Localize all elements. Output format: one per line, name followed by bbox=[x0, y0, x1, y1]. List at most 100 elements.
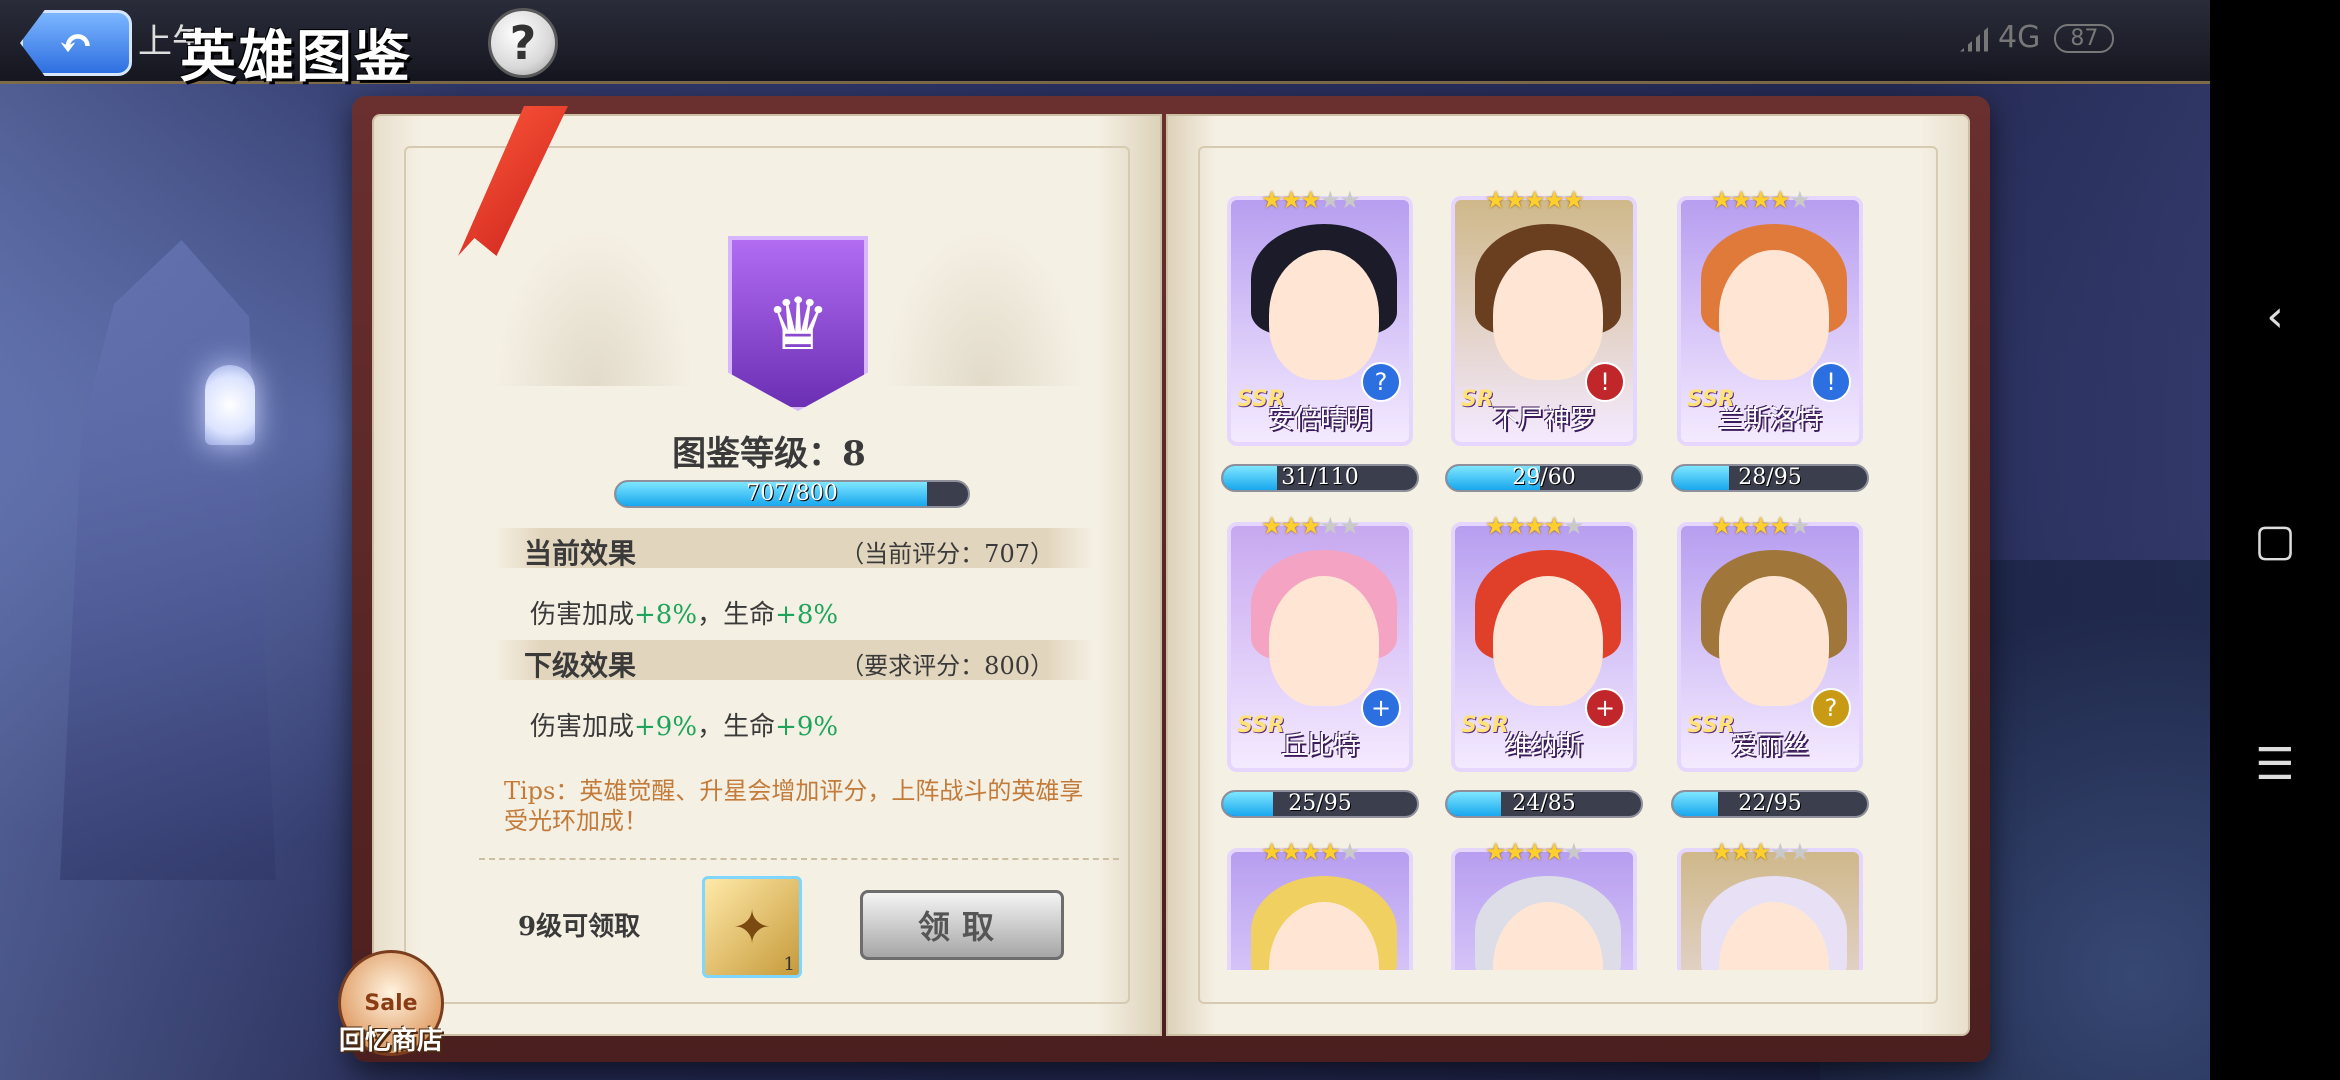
reward-item[interactable]: ✦ 1 bbox=[702, 876, 802, 978]
hero-shard-progress: 24/85 bbox=[1445, 790, 1643, 818]
star-icon: ★ bbox=[1300, 512, 1321, 540]
star-icon: ★ bbox=[1339, 512, 1360, 540]
star-icon: ★ bbox=[1339, 186, 1360, 214]
hero-portrait bbox=[1227, 848, 1413, 970]
hero-card[interactable]: ★★★★★ SSR! 兰斯洛特 bbox=[1677, 186, 1863, 446]
signal-icon bbox=[1960, 25, 1990, 52]
hero-face bbox=[1269, 250, 1379, 380]
hero-stars: ★★★★★ bbox=[1485, 186, 1585, 214]
current-effect-hp-label: ，生命 bbox=[697, 600, 776, 630]
star-icon: ★ bbox=[1563, 838, 1584, 866]
hero-portrait: SSR? 爱丽丝 bbox=[1677, 522, 1863, 772]
star-icon: ★ bbox=[1543, 186, 1565, 214]
hero-portrait: SSR? 安倍晴明 bbox=[1227, 196, 1413, 446]
hero-shard-progress: 31/110 bbox=[1221, 464, 1419, 492]
hero-card[interactable]: ★★★★★ bbox=[1227, 838, 1413, 970]
codex-progress-bar: 707/800 bbox=[614, 480, 970, 508]
hero-name: 不尸神罗 bbox=[1491, 405, 1596, 435]
star-icon: ★ bbox=[1261, 512, 1282, 540]
star-icon: ★ bbox=[1563, 512, 1584, 540]
nav-back-icon[interactable]: ‹ bbox=[2210, 266, 2340, 366]
hero-class-icon: ? bbox=[1361, 362, 1401, 402]
hero-shard-progress: 29/60 bbox=[1445, 464, 1643, 492]
star-icon: ★ bbox=[1261, 186, 1282, 214]
hero-stars: ★★★★★ bbox=[1485, 838, 1585, 866]
star-icon: ★ bbox=[1730, 838, 1752, 866]
hero-shard-text: 22/95 bbox=[1738, 791, 1802, 816]
star-icon: ★ bbox=[1280, 512, 1302, 540]
hero-shard-text: 25/95 bbox=[1288, 791, 1352, 816]
codex-level: 图鉴等级：8 bbox=[672, 434, 866, 474]
current-effect-header: 当前效果 （当前评分：707） bbox=[494, 528, 1094, 570]
hero-portrait: SSR + 丘比特 bbox=[1227, 522, 1413, 772]
battery-indicator: 87 bbox=[2054, 24, 2115, 53]
current-effect-damage-value: +8% bbox=[634, 600, 698, 630]
codex-progress-text: 707/800 bbox=[746, 481, 838, 506]
hero-stars: ★★★★★ bbox=[1711, 512, 1811, 540]
claim-button[interactable]: 领取 bbox=[860, 890, 1064, 960]
hero-card[interactable]: ★★★★★ bbox=[1677, 838, 1863, 970]
hero-name: 安倍晴明 bbox=[1267, 405, 1372, 435]
hero-shard-text: 24/85 bbox=[1512, 791, 1576, 816]
tips-text: Tips：英雄觉醒、升星会增加评分，上阵战斗的英雄享受光环加成！ bbox=[504, 777, 1084, 835]
hero-portrait: SSR + 维纳斯 bbox=[1451, 522, 1637, 772]
star-icon: ★ bbox=[1711, 512, 1732, 540]
hero-card[interactable]: ★★★★★ SSR? 安倍晴明 bbox=[1227, 186, 1413, 446]
system-nav-bar: ‹ ▢ ☰ bbox=[2210, 0, 2340, 1080]
hero-portrait: SSR! 兰斯洛特 bbox=[1677, 196, 1863, 446]
star-icon: ★ bbox=[1524, 186, 1545, 214]
star-icon: ★ bbox=[1543, 838, 1565, 866]
hero-card[interactable]: ★★★★★ SSR? 爱丽丝 bbox=[1677, 512, 1863, 772]
star-icon: ★ bbox=[1789, 186, 1810, 214]
hero-face bbox=[1719, 250, 1829, 380]
star-icon: ★ bbox=[1769, 838, 1791, 866]
star-icon: ★ bbox=[1300, 838, 1321, 866]
hero-grid: ★★★★★ SSR? 安倍晴明 31/110 ★★★★★ SR! 不尸神罗 29/60 ★★★★… bbox=[1210, 186, 1890, 970]
star-icon: ★ bbox=[1750, 186, 1771, 214]
next-effect-text: 伤害加成+9%，生命+9% bbox=[530, 706, 838, 743]
hero-name: 兰斯洛特 bbox=[1717, 405, 1822, 435]
star-icon: ★ bbox=[1730, 512, 1752, 540]
hero-class-icon: ? bbox=[1811, 688, 1851, 728]
hero-class-icon: ! bbox=[1811, 362, 1851, 402]
star-icon: ★ bbox=[1524, 838, 1545, 866]
status-indicators: 4G 87 bbox=[1960, 20, 2115, 55]
hero-stars: ★★★★★ bbox=[1261, 838, 1361, 866]
star-icon: ★ bbox=[1504, 186, 1526, 214]
next-effect-damage-value: +9% bbox=[634, 712, 698, 742]
star-icon: ★ bbox=[1319, 186, 1341, 214]
reward-label: 9级可领取 bbox=[518, 912, 641, 942]
hero-card[interactable]: ★★★★★ bbox=[1451, 838, 1637, 970]
nav-home-icon[interactable]: ▢ bbox=[2210, 490, 2340, 590]
page-title: 英雄图鉴 bbox=[180, 24, 412, 90]
help-button[interactable]: ? bbox=[488, 8, 558, 78]
nav-menu-icon[interactable]: ☰ bbox=[2210, 714, 2340, 814]
star-icon: ★ bbox=[1789, 838, 1810, 866]
star-icon: ★ bbox=[1319, 838, 1341, 866]
back-button[interactable]: ↶ bbox=[20, 10, 132, 76]
hero-card[interactable]: ★★★★★ SR! 不尸神罗 bbox=[1451, 186, 1637, 446]
background-window bbox=[205, 365, 255, 445]
star-icon: ★ bbox=[1485, 186, 1506, 214]
hero-name: 爱丽丝 bbox=[1730, 731, 1809, 761]
star-icon: ★ bbox=[1524, 512, 1545, 540]
star-icon: ★ bbox=[1261, 838, 1282, 866]
next-effect-header: 下级效果 （要求评分：800） bbox=[494, 640, 1094, 682]
hero-stars: ★★★★★ bbox=[1711, 186, 1811, 214]
current-effect-hp-value: +8% bbox=[775, 600, 839, 630]
hero-face bbox=[1269, 576, 1379, 706]
hero-shard-text: 29/60 bbox=[1512, 465, 1576, 490]
hero-shard-text: 28/95 bbox=[1738, 465, 1802, 490]
hero-name: 丘比特 bbox=[1280, 731, 1359, 761]
star-icon: ★ bbox=[1750, 838, 1771, 866]
hero-portrait: SR! 不尸神罗 bbox=[1451, 196, 1637, 446]
current-effect-score: （当前评分：707） bbox=[840, 540, 1054, 568]
hero-card[interactable]: ★★★★★ SSR + 丘比特 bbox=[1227, 512, 1413, 772]
hero-stars: ★★★★★ bbox=[1711, 838, 1811, 866]
star-icon: ★ bbox=[1504, 512, 1526, 540]
star-icon: ★ bbox=[1563, 186, 1584, 214]
memory-shop-button[interactable]: 回忆商店 bbox=[336, 1020, 446, 1057]
hero-card[interactable]: ★★★★★ SSR + 维纳斯 bbox=[1451, 512, 1637, 772]
star-icon: ★ bbox=[1300, 186, 1321, 214]
back-arrow-icon: ↶ bbox=[58, 18, 94, 68]
